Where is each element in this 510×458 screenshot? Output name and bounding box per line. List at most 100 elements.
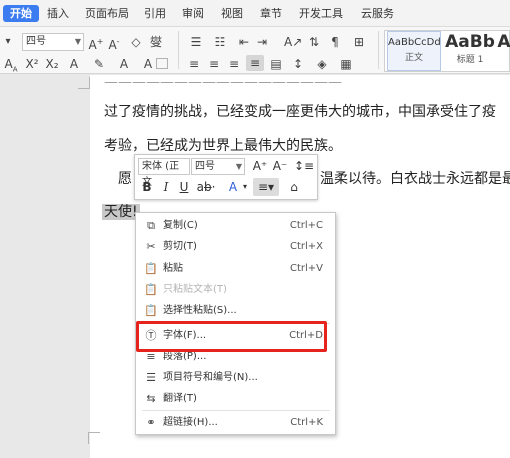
copy-icon: ⧉ xyxy=(147,219,155,232)
menu-item-shortcut: Ctrl+X xyxy=(289,241,323,252)
font-item-highlight-box xyxy=(136,321,327,352)
selected-text: 天使! xyxy=(102,201,140,221)
ribbon-divider xyxy=(178,31,179,69)
show-marks-icon[interactable]: ¶ xyxy=(326,34,344,50)
clear-format-icon[interactable]: ◇ xyxy=(128,34,144,50)
align-center-icon[interactable]: ≡ xyxy=(206,56,222,72)
mini-shrink-font-icon[interactable]: A⁻ xyxy=(271,158,289,174)
menu-item-translate[interactable]: ⇆ 翻译(T) xyxy=(136,388,335,409)
style-label: 标题 1 xyxy=(456,55,484,65)
style-sample: A xyxy=(497,32,510,52)
cut-icon: ✂ xyxy=(146,240,156,253)
mini-grow-font-icon[interactable]: A⁺ xyxy=(251,158,269,174)
align-right-icon[interactable]: ≡ xyxy=(226,56,242,72)
menu-item-shortcut: Ctrl+K xyxy=(290,417,323,428)
menu-item-copy[interactable]: ⧉ 复制(C) Ctrl+C xyxy=(136,215,335,236)
increase-indent-icon[interactable]: ⇥ xyxy=(254,34,270,50)
shading-icon[interactable]: ◈ xyxy=(314,56,330,72)
borders-icon[interactable]: ⊞ xyxy=(350,34,368,50)
paragraph-line: 过了疫情的挑战，已经变成一座更伟大的城市，中国承受住了疫 xyxy=(104,104,496,120)
border-icon[interactable]: ▦ xyxy=(338,56,354,72)
menu-item-label: 剪切(T) xyxy=(163,241,197,252)
mini-font-color-icon[interactable]: A xyxy=(225,179,241,195)
subscript-icon[interactable]: X₂ xyxy=(44,56,60,72)
style-gallery: AaBbCcDd 正文 AaBb 标题 1 A xyxy=(384,30,510,72)
menu-item-shortcut: Ctrl+V xyxy=(289,263,323,274)
distribute-icon[interactable]: ▤ xyxy=(268,56,284,72)
cutoff-line: ————————————————— xyxy=(104,75,342,83)
paragraph-line: 温柔以待。白衣战士永远都是最 xyxy=(320,171,510,187)
selection-highlight: 天使! xyxy=(102,204,140,220)
style-sample: AaBbCcDd xyxy=(388,37,441,48)
superscript-icon[interactable]: X² xyxy=(24,56,40,72)
mini-line-spacing-icon[interactable]: ↕≡ xyxy=(293,158,315,174)
translate-icon: ⇆ xyxy=(146,392,156,405)
chevron-down-icon[interactable]: ▾ xyxy=(2,34,14,50)
menu-item-paste[interactable]: 📋 粘贴 Ctrl+V xyxy=(136,258,335,279)
align-left-icon[interactable]: ≡ xyxy=(186,56,202,72)
menu-item-paste-text-only: 📋 只粘贴文本(T) xyxy=(136,279,335,300)
style-heading-2[interactable]: A xyxy=(497,31,510,71)
numbering-icon[interactable]: ☷ xyxy=(210,34,230,50)
ribbon: ▾ 四号 ▼ A+ A- ◇ 燮 ☰ ☷ ⇤ ⇥ A↗ ⇅ ¶ ⊞ AA X² X… xyxy=(0,27,510,74)
mini-font-size-select[interactable]: 四号 ▼ xyxy=(191,158,245,175)
menu-item-label: 复制(C) xyxy=(163,220,198,231)
menu-item-hyperlink[interactable]: ⚭ 超链接(H)... Ctrl+K xyxy=(136,412,335,433)
paste-text-icon: 📋 xyxy=(144,283,158,296)
paragraph-line: 考验，已经成为世界上最伟大的民族。 xyxy=(104,138,342,154)
style-normal[interactable]: AaBbCcDd 正文 xyxy=(387,31,441,71)
menu-item-cut[interactable]: ✂ 剪切(T) Ctrl+X xyxy=(136,236,335,257)
shrink-font-icon[interactable]: A- xyxy=(106,34,122,53)
menu-item-paste-special[interactable]: 📋 选择性粘贴(S)... xyxy=(136,300,335,321)
menu-item-label: 翻译(T) xyxy=(163,393,197,404)
menu-item-label: 只粘贴文本(T) xyxy=(163,284,227,295)
mini-underline-button[interactable]: U xyxy=(177,179,191,195)
menu-item-label: 粘贴 xyxy=(163,263,183,274)
tab-home[interactable]: 开始 xyxy=(3,5,39,22)
bullets-icon[interactable]: ☰ xyxy=(186,34,206,50)
mini-italic-button[interactable]: I xyxy=(159,179,173,195)
mini-align-icon[interactable]: ≡▾ xyxy=(255,179,277,195)
text-direction-icon[interactable]: A↗ xyxy=(284,34,302,50)
decrease-indent-icon[interactable]: ⇤ xyxy=(236,34,252,50)
menu-item-label: 项目符号和编号(N)... xyxy=(163,372,258,383)
mini-toolbar: 宋体 (正文 四号 ▼ A⁺ A⁻ ↕≡ B I U ab̶· A ▾ ≡▾ ⌂ xyxy=(134,154,318,200)
menu-item-shortcut: Ctrl+C xyxy=(289,220,323,231)
menu-item-label: 选择性粘贴(S)... xyxy=(163,305,237,316)
highlight-icon[interactable]: ✎ xyxy=(90,56,108,72)
ribbon-divider xyxy=(378,31,379,69)
font-color-icon[interactable]: A xyxy=(116,56,132,72)
sort-icon[interactable]: ⇅ xyxy=(306,34,322,50)
mini-strikethrough-icon[interactable]: ab̶· xyxy=(195,179,217,195)
style-heading-1[interactable]: AaBb 标题 1 xyxy=(443,31,497,71)
tab-developer[interactable]: 开发工具 xyxy=(295,5,347,22)
tab-insert[interactable]: 插入 xyxy=(43,5,73,22)
justify-icon[interactable]: ≡ xyxy=(246,55,264,71)
mini-font-name-select[interactable]: 宋体 (正文 xyxy=(138,158,190,188)
menu-bar: 开始 插入 页面布局 引用 审阅 视图 章节 开发工具 云服务 xyxy=(0,0,510,27)
chevron-down-icon[interactable]: ▾ xyxy=(241,179,249,195)
tab-review[interactable]: 审阅 xyxy=(178,5,208,22)
paragraph-line: 愿 xyxy=(118,171,132,187)
hyperlink-icon: ⚭ xyxy=(146,416,156,429)
char-border-icon[interactable]: ⃞ xyxy=(160,56,176,72)
text-effect-icon[interactable]: A xyxy=(66,56,82,72)
font-size-select[interactable]: 四号 ▼ xyxy=(22,33,84,51)
line-spacing-icon[interactable]: ↕ xyxy=(290,56,306,72)
style-label: 正文 xyxy=(404,53,423,63)
tab-view[interactable]: 视图 xyxy=(217,5,247,22)
margin-mark xyxy=(88,432,100,444)
tab-page-layout[interactable]: 页面布局 xyxy=(81,5,133,22)
phonetic-icon[interactable]: 燮 xyxy=(146,34,166,50)
tab-references[interactable]: 引用 xyxy=(140,5,170,22)
margin-mark xyxy=(78,77,90,89)
menu-item-bullets-numbering[interactable]: ☰ 项目符号和编号(N)... xyxy=(136,367,335,388)
char-shading-icon[interactable]: A xyxy=(140,56,156,72)
style-sample: AaBb xyxy=(445,32,495,52)
grow-font-icon[interactable]: A+ xyxy=(88,34,104,53)
tab-chapter[interactable]: 章节 xyxy=(256,5,286,22)
menu-item-label: 超链接(H)... xyxy=(163,417,218,428)
mini-clear-format-icon[interactable]: ⌂ xyxy=(285,179,303,195)
mini-bold-button[interactable]: B xyxy=(139,179,155,195)
tab-cloud[interactable]: 云服务 xyxy=(357,5,398,22)
